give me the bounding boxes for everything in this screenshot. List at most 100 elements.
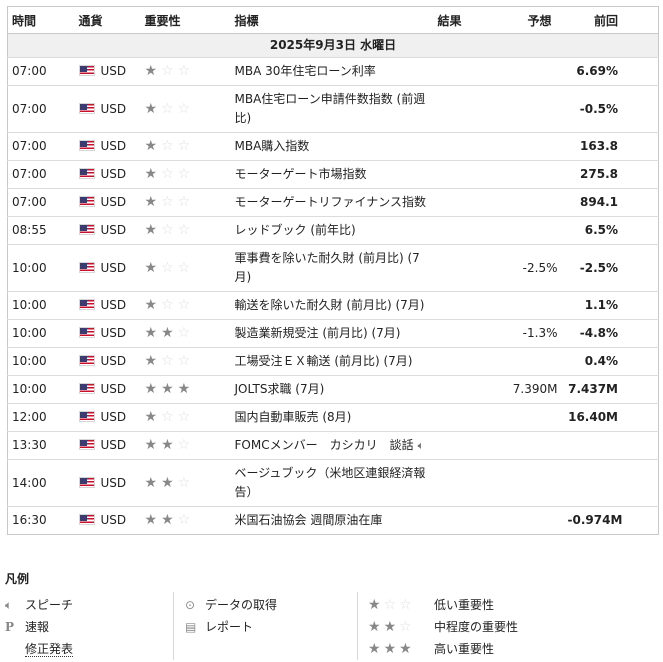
event-importance: ★★☆ [140, 319, 231, 348]
event-result [433, 291, 494, 320]
event-indicator[interactable]: 輸送を除いた耐久財 (前月比) (7月) [230, 291, 434, 320]
event-result [433, 57, 494, 86]
currency-code: USD [100, 64, 127, 78]
event-indicator[interactable]: 工場受注ＥＸ輸送 (前月比) (7月) [230, 347, 434, 376]
event-indicator[interactable]: ベージュブック（米地区連銀経済報告） [230, 459, 434, 507]
header-forecast[interactable]: 予想 [493, 6, 564, 34]
event-row[interactable]: 07:00 USD ★☆☆ モーターゲートリファイナンス指数 894.1 [7, 188, 659, 217]
header-time[interactable]: 時間 [7, 6, 75, 34]
star-empty-icon: ☆ [177, 194, 195, 210]
event-indicator[interactable]: MBA住宅ローン申請件数指数 (前週比) [230, 85, 434, 133]
event-row[interactable]: 10:00 USD ★☆☆ 工場受注ＥＸ輸送 (前月比) (7月) 0.4% [7, 347, 659, 376]
us-flag-icon [78, 140, 95, 151]
indicator-name[interactable]: 製造業新規受注 (前月比) (7月) [235, 326, 401, 340]
event-importance: ★☆☆ [140, 244, 231, 292]
event-forecast [493, 291, 564, 320]
us-flag-icon [78, 327, 95, 338]
importance-stars: ★★☆ [145, 475, 195, 491]
header-currency[interactable]: 通貨 [74, 6, 141, 34]
event-importance: ★☆☆ [140, 85, 231, 133]
event-row[interactable]: 07:00 USD ★☆☆ MBA住宅ローン申請件数指数 (前週比) -0.5% [7, 85, 659, 133]
event-time: 07:00 [7, 188, 75, 217]
importance-stars: ★★☆ [145, 512, 195, 528]
star-filled-icon: ★ [161, 512, 178, 528]
event-row[interactable]: 10:00 USD ★★☆ 製造業新規受注 (前月比) (7月) -1.3% -4.8% [7, 319, 659, 348]
event-indicator[interactable]: MBA購入指数 [230, 132, 434, 161]
header-result[interactable]: 結果 [433, 6, 494, 34]
event-time: 07:00 [7, 57, 75, 86]
event-indicator[interactable]: 国内自動車販売 (8月) [230, 403, 434, 432]
event-forecast [493, 459, 564, 507]
event-indicator[interactable]: モーターゲートリファイナンス指数 [230, 188, 434, 217]
event-row[interactable]: 12:00 USD ★☆☆ 国内自動車販売 (8月) 16.40M [7, 403, 659, 432]
indicator-name[interactable]: FOMCメンバー カシカリ 談話 [235, 438, 414, 452]
indicator-name[interactable]: 輸送を除いた耐久財 (前月比) (7月) [235, 298, 425, 312]
event-currency: USD [74, 244, 141, 292]
event-forecast [493, 188, 564, 217]
indicator-name[interactable]: MBA購入指数 [235, 139, 310, 153]
indicator-name[interactable]: レッドブック (前年比) [235, 223, 356, 237]
star-filled-icon: ★ [144, 63, 162, 79]
event-indicator[interactable]: レッドブック (前年比) [230, 216, 434, 245]
currency-code: USD [100, 410, 127, 424]
indicator-name[interactable]: MBA住宅ローン申請件数指数 (前週比) [235, 92, 426, 125]
legend-flash: P 速報 [5, 616, 73, 638]
event-previous [563, 459, 659, 507]
event-row[interactable]: 14:00 USD ★★☆ ベージュブック（米地区連銀経済報告） [7, 459, 659, 507]
event-forecast [493, 132, 564, 161]
event-indicator[interactable]: FOMCメンバー カシカリ 談話 🔈︎ [230, 431, 434, 460]
star-empty-icon: ☆ [177, 63, 195, 79]
currency-code: USD [100, 326, 127, 340]
event-indicator[interactable]: 製造業新規受注 (前月比) (7月) [230, 319, 434, 348]
event-row[interactable]: 07:00 USD ★☆☆ MBA購入指数 163.8 [7, 132, 659, 161]
event-row[interactable]: 16:30 USD ★★☆ 米国石油協会 週間原油在庫 -0.974M [7, 506, 659, 535]
event-previous: 1.1% [563, 291, 659, 320]
indicator-name[interactable]: ベージュブック（米地区連銀経済報告） [235, 466, 426, 499]
indicator-name[interactable]: モーターゲート市場指数 [235, 167, 367, 181]
indicator-name[interactable]: 米国石油協会 週間原油在庫 [235, 513, 383, 527]
event-indicator[interactable]: モーターゲート市場指数 [230, 160, 434, 189]
star-filled-icon: ★ [144, 325, 162, 341]
star-empty-icon: ☆ [161, 409, 178, 425]
event-indicator[interactable]: 軍事費を除いた耐久財 (前月比) (7月) [230, 244, 434, 292]
event-importance: ★☆☆ [140, 188, 231, 217]
currency-code: USD [100, 382, 127, 396]
indicator-name[interactable]: モーターゲートリファイナンス指数 [235, 195, 427, 209]
event-row[interactable]: 08:55 USD ★☆☆ レッドブック (前年比) 6.5% [7, 216, 659, 245]
header-previous[interactable]: 前回 [563, 6, 659, 34]
event-forecast [493, 57, 564, 86]
event-row[interactable]: 07:00 USD ★☆☆ MBA 30年住宅ローン利率 6.69% [7, 57, 659, 86]
event-row[interactable]: 10:00 USD ★☆☆ 輸送を除いた耐久財 (前月比) (7月) 1.1% [7, 291, 659, 320]
event-row[interactable]: 10:00 USD ★★★ JOLTS求職 (7月) 7.390M 7.437M [7, 375, 659, 404]
event-time: 13:30 [7, 431, 75, 460]
event-row[interactable]: 13:30 USD ★★☆ FOMCメンバー カシカリ 談話 🔈︎ [7, 431, 659, 460]
indicator-name[interactable]: 国内自動車販売 (8月) [235, 410, 352, 424]
event-row[interactable]: 07:00 USD ★☆☆ モーターゲート市場指数 275.8 [7, 160, 659, 189]
legend-col-1: 🔈︎ スピーチ P 速報 修正発表 [5, 594, 74, 660]
event-previous: -4.8% [563, 319, 659, 348]
event-previous: 275.8 [563, 160, 659, 189]
event-indicator[interactable]: 米国石油協会 週間原油在庫 [230, 506, 434, 535]
indicator-name[interactable]: 工場受注ＥＸ輸送 (前月比) (7月) [235, 354, 413, 368]
indicator-name[interactable]: 軍事費を除いた耐久財 (前月比) (7月) [235, 251, 420, 284]
high-importance-stars-icon: ★★★ [368, 641, 415, 657]
event-indicator[interactable]: JOLTS求職 (7月) [230, 375, 434, 404]
star-empty-icon: ☆ [161, 297, 178, 313]
indicator-name[interactable]: MBA 30年住宅ローン利率 [235, 64, 376, 78]
event-result [433, 85, 494, 133]
legend-title: 凡例 [5, 572, 30, 586]
event-forecast [493, 506, 564, 535]
date-label: 2025年9月3日 水曜日 [7, 33, 659, 58]
event-currency: USD [74, 132, 141, 161]
header-indicator[interactable]: 指標 [230, 6, 434, 34]
currency-code: USD [100, 139, 127, 153]
star-filled-icon: ★ [144, 512, 162, 528]
event-result [433, 506, 494, 535]
event-row[interactable]: 10:00 USD ★☆☆ 軍事費を除いた耐久財 (前月比) (7月) -2.5% -2.… [7, 244, 659, 292]
star-empty-icon: ☆ [161, 222, 178, 238]
star-filled-icon: ★ [144, 194, 162, 210]
header-importance[interactable]: 重要性 [140, 6, 231, 34]
event-result [433, 459, 494, 507]
indicator-name[interactable]: JOLTS求職 (7月) [235, 382, 325, 396]
event-indicator[interactable]: MBA 30年住宅ローン利率 [230, 57, 434, 86]
